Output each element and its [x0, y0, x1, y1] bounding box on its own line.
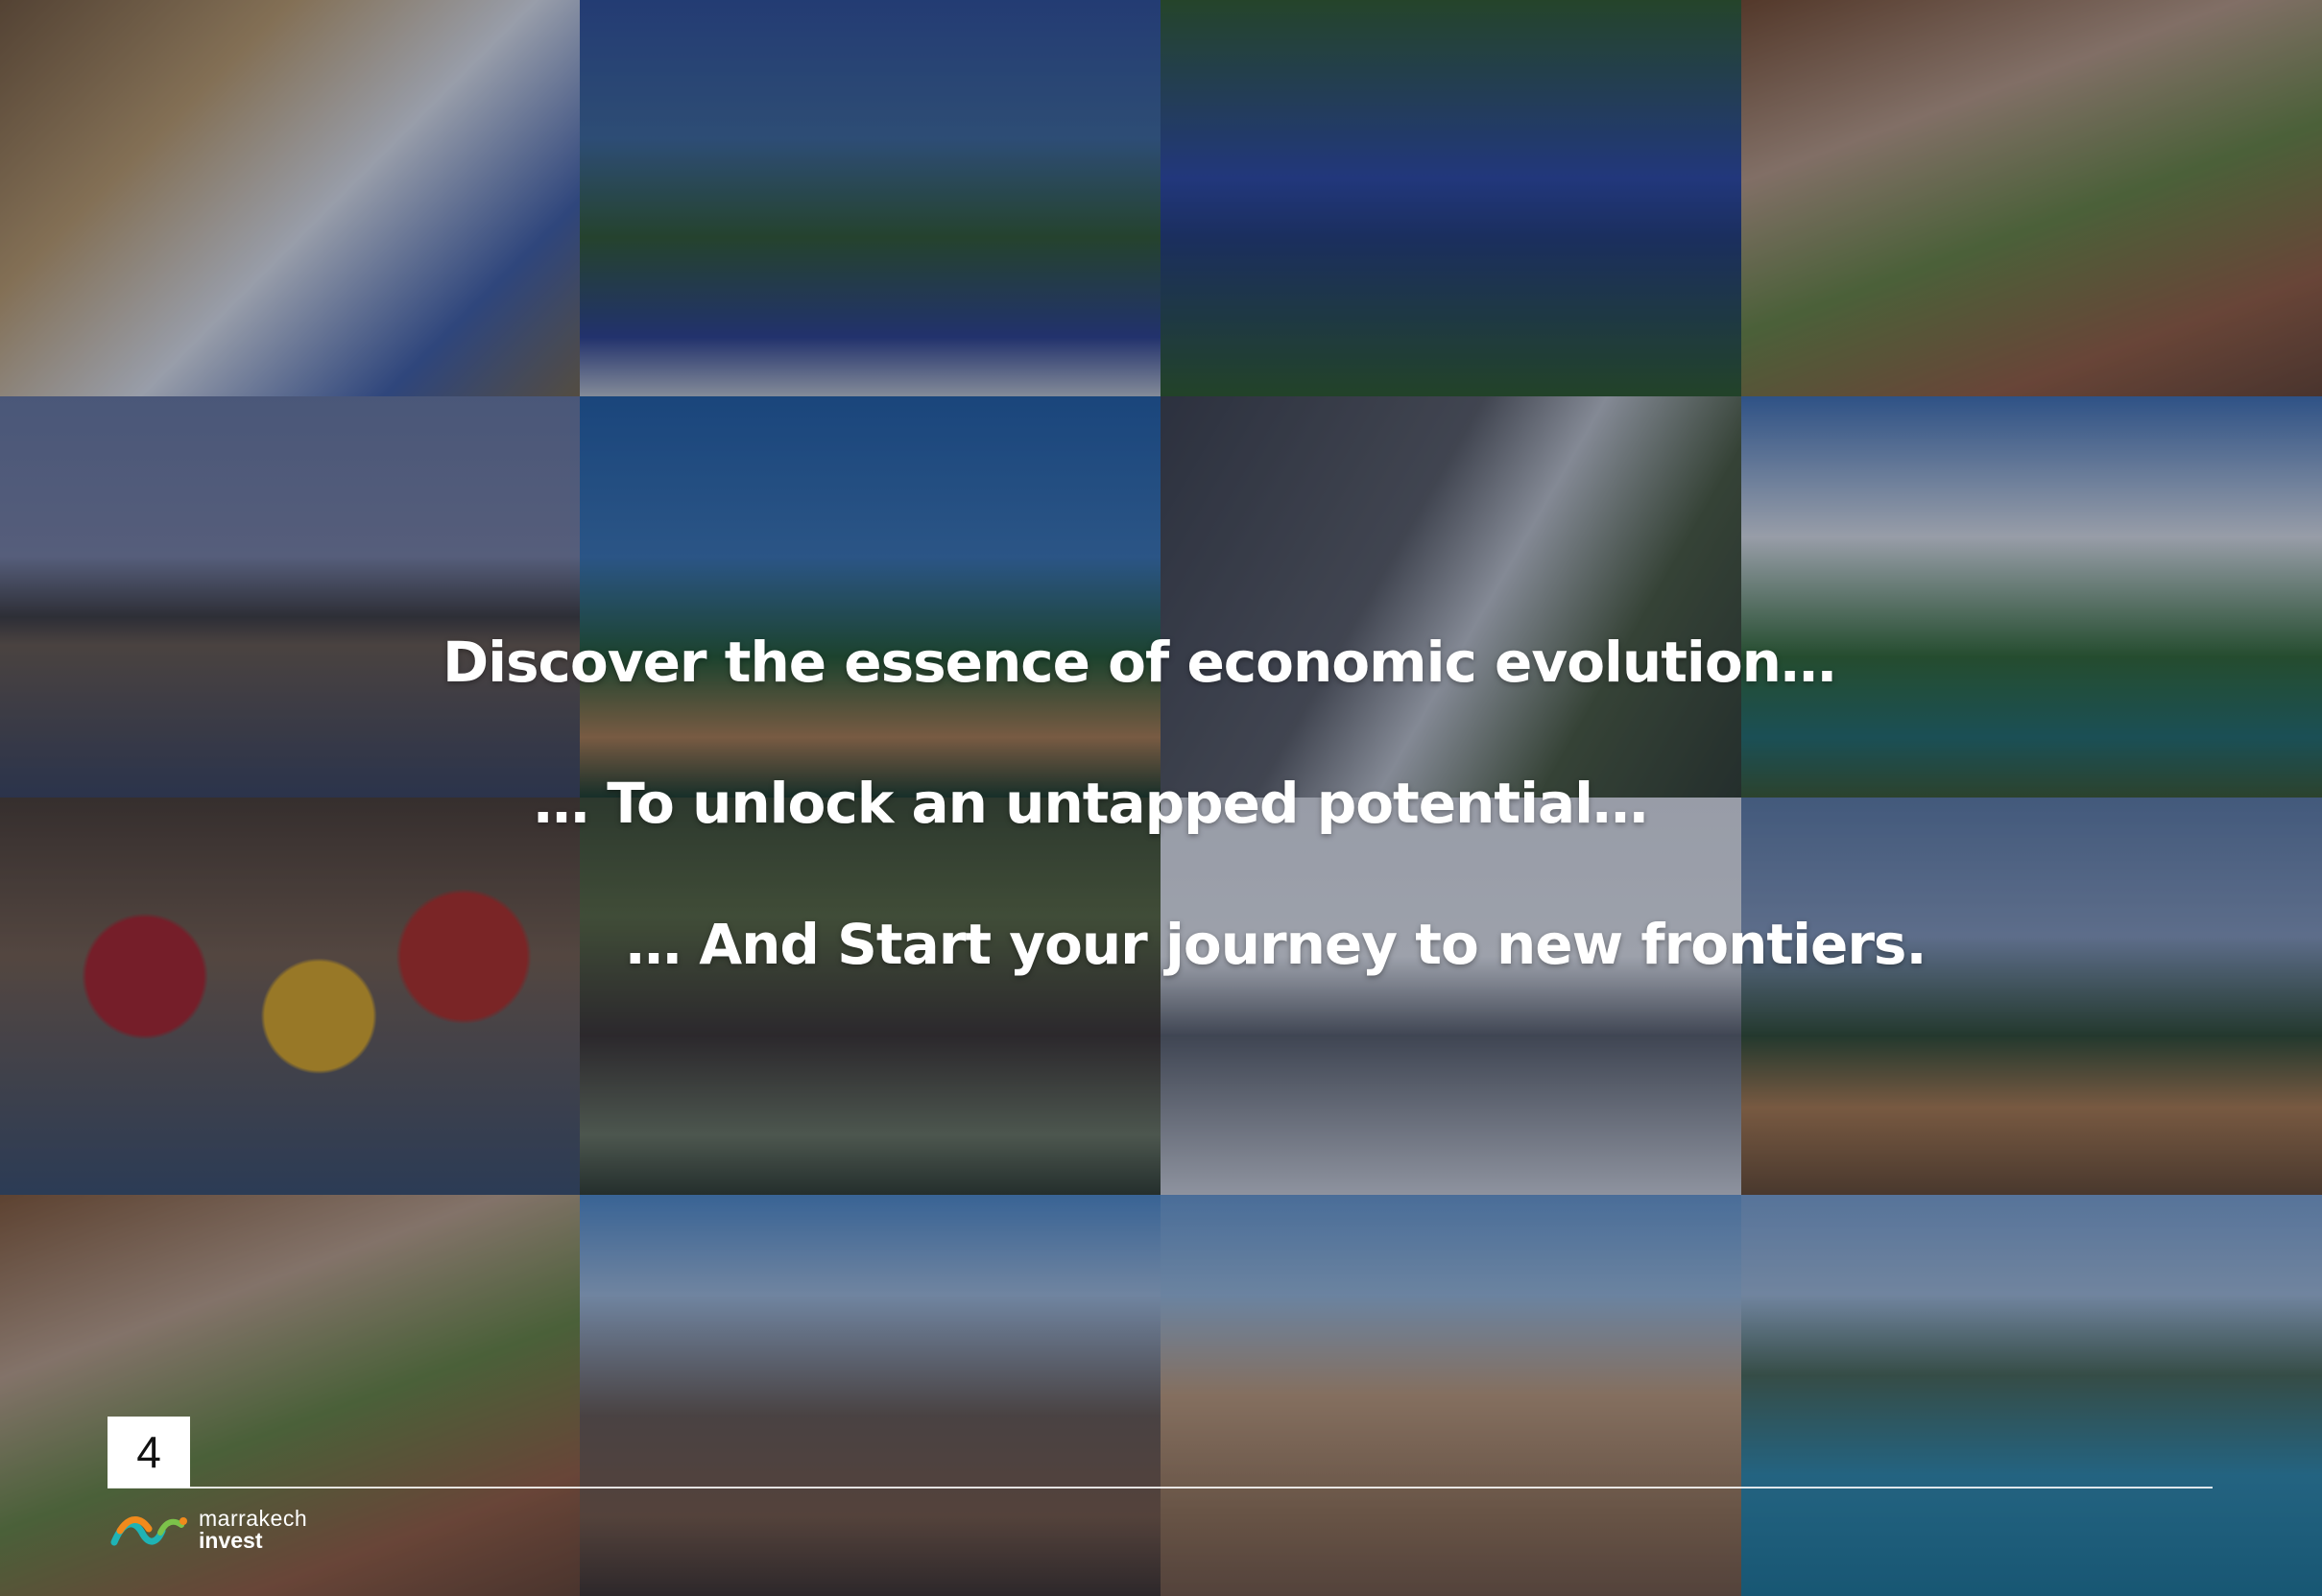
menara-pavilion-photo [0, 396, 580, 798]
page-number: 4 [136, 1427, 161, 1477]
logo-wave-icon [110, 1516, 187, 1546]
riad-garden-gazebo-photo [580, 798, 1161, 1195]
headline-unlock: … To unlock an untapped potential… [534, 771, 1648, 836]
headline-discover: Discover the essence of economic evoluti… [443, 630, 1836, 695]
marrakech-invest-logo: marrakech invest [110, 1505, 307, 1555]
spice-cones-photo [0, 798, 580, 1195]
palace-garden-photo [1741, 396, 2322, 798]
city-walls-palms-photo [1741, 798, 2322, 1195]
headline-journey: … And Start your journey to new frontier… [626, 912, 1927, 977]
page-number-box: 4 [108, 1417, 190, 1488]
koutoubia-minaret-photo [580, 396, 1161, 798]
hiker-mountains-photo [580, 1195, 1161, 1596]
waterfall-photo [1161, 396, 1741, 798]
logo-text-marrakech: marrakech [199, 1506, 308, 1531]
palace-courtyard-photo [1161, 798, 1741, 1195]
hot-air-balloons-photo [1161, 1195, 1741, 1596]
majorelle-garden-photo [580, 0, 1161, 396]
kasbah-cave-view-photo [1741, 0, 2322, 396]
logo-text-invest: invest [199, 1528, 263, 1553]
garden-pool-reflection-photo [1161, 0, 1741, 396]
mountain-lake-photo [1741, 1195, 2322, 1596]
bahia-palace-gallery-photo [0, 0, 580, 396]
footer-divider [108, 1487, 2213, 1489]
